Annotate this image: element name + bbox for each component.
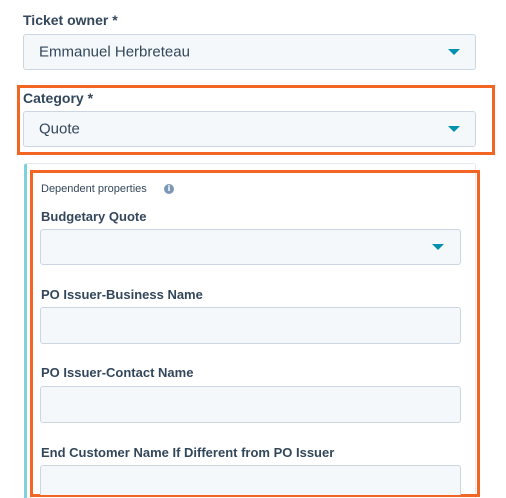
po-issuer-contact-name-input[interactable] <box>40 386 461 423</box>
chevron-down-icon <box>448 126 460 132</box>
budgetary-quote-label: Budgetary Quote <box>41 209 147 224</box>
category-label: Category * <box>23 90 94 106</box>
category-select[interactable]: Quote <box>23 111 476 147</box>
po-issuer-contact-name-label: PO Issuer-Contact Name <box>41 365 194 380</box>
chevron-down-icon <box>448 49 460 55</box>
ticket-owner-select[interactable]: Emmanuel Herbreteau <box>23 34 476 70</box>
ticket-owner-label: Ticket owner * <box>23 12 118 28</box>
end-customer-name-input[interactable] <box>40 465 461 495</box>
po-issuer-business-name-input[interactable] <box>40 307 461 344</box>
budgetary-quote-select[interactable] <box>40 229 461 265</box>
end-customer-name-label: End Customer Name If Different from PO I… <box>41 445 335 460</box>
chevron-down-icon <box>432 244 444 250</box>
ticket-owner-value: Emmanuel Herbreteau <box>39 43 190 61</box>
po-issuer-business-name-label: PO Issuer-Business Name <box>41 287 203 302</box>
info-icon[interactable]: i <box>164 184 174 194</box>
category-value: Quote <box>39 120 80 138</box>
dependent-properties-title: Dependent properties <box>41 183 147 195</box>
